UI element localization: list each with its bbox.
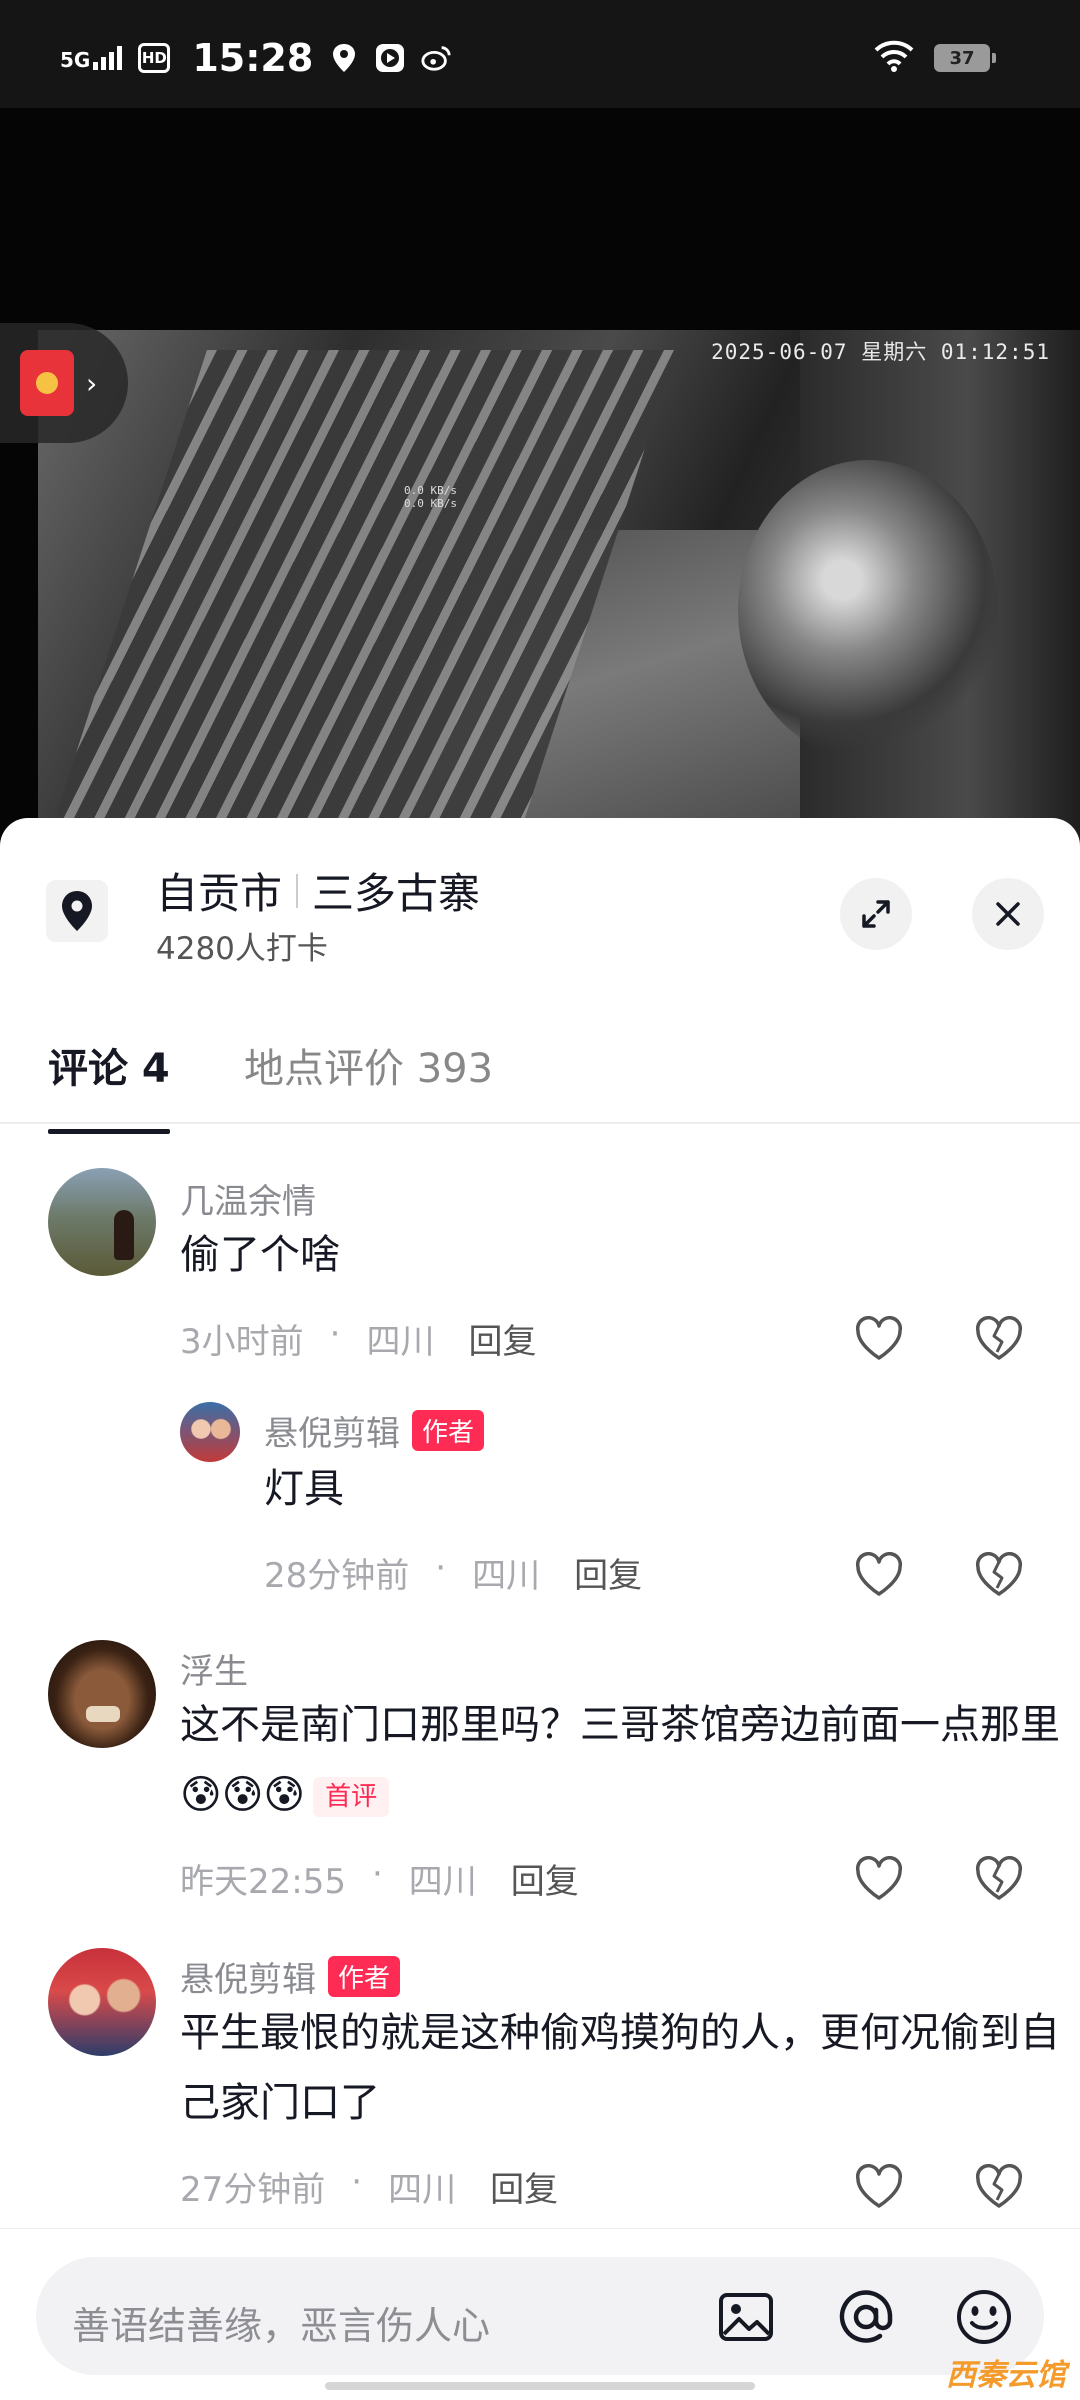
expand-icon xyxy=(862,900,890,928)
comment-time: 3小时前 xyxy=(180,1322,304,1362)
comment-input[interactable]: 善语结善缘，恶言伤人心 xyxy=(36,2257,1044,2375)
comment-region: 四川 xyxy=(408,1862,477,1902)
battery-icon: 37 xyxy=(934,44,996,72)
comment-meta: 3小时前 · 四川 回复 xyxy=(180,1314,537,1363)
comment-region: 四川 xyxy=(472,1556,541,1596)
home-indicator[interactable] xyxy=(325,2382,755,2390)
close-icon xyxy=(996,902,1020,926)
red-packet-widget[interactable]: › xyxy=(0,323,128,443)
video-timestamp: 2025-06-07 星期六 01:12:51 xyxy=(711,340,1050,364)
mention-button[interactable] xyxy=(836,2287,896,2347)
comment-author[interactable]: 悬倪剪辑 作者 xyxy=(180,1952,401,2001)
reply-button[interactable]: 回复 xyxy=(574,1548,642,1597)
like-button[interactable] xyxy=(852,1548,906,1602)
location-pin-icon xyxy=(46,880,108,942)
comment-panel: 自贡市 三多古寨 4280人打卡 评论 4 地点评价 393 几温余情 偷了个啥… xyxy=(0,818,1080,2400)
broken-heart-icon xyxy=(975,1552,1023,1596)
comment-time: 27分钟前 xyxy=(180,2170,326,2210)
comment-region: 四川 xyxy=(388,2170,457,2210)
comment-text: 平生最恨的就是这种偷鸡摸狗的人，更何况偷到自己家门口了 xyxy=(180,2010,1060,2126)
chevron-right-icon: › xyxy=(86,366,98,400)
author-badge: 作者 xyxy=(412,1410,485,1451)
location-status-icon xyxy=(329,43,359,73)
emoji-button[interactable] xyxy=(954,2287,1014,2347)
location-place: 三多古寨 xyxy=(312,869,481,918)
red-envelope-icon xyxy=(20,350,74,416)
comment-meta: 28分钟前 · 四川 回复 xyxy=(264,1548,643,1597)
like-button[interactable] xyxy=(852,1312,906,1366)
avatar[interactable] xyxy=(48,1640,156,1748)
title-divider xyxy=(296,873,299,908)
image-icon xyxy=(719,2293,773,2341)
first-comment-badge: 首评 xyxy=(313,1777,390,1817)
like-button[interactable] xyxy=(852,2160,906,2214)
comment-time: 昨天22:55 xyxy=(180,1862,346,1902)
heart-icon xyxy=(855,1856,903,1900)
comment-text: 灯具 xyxy=(264,1466,344,1512)
dislike-button[interactable] xyxy=(972,1548,1026,1602)
smiley-icon xyxy=(957,2290,1011,2344)
tab-place-reviews[interactable]: 地点评价 393 xyxy=(244,1036,493,1094)
avatar[interactable] xyxy=(48,1948,156,2056)
comment-author[interactable]: 几温余情 xyxy=(180,1174,316,1223)
comment-input-bar: 善语结善缘，恶言伤人心 西秦云馆 xyxy=(0,2228,1080,2400)
heart-icon xyxy=(855,1552,903,1596)
broken-heart-icon xyxy=(975,1856,1023,1900)
emoji: 😰😰😰 xyxy=(180,1772,306,1818)
dislike-button[interactable] xyxy=(972,2160,1026,2214)
comment-text: 偷了个啥 xyxy=(180,1232,340,1278)
location-city: 自贡市 xyxy=(156,869,283,918)
comment-author[interactable]: 悬倪剪辑 作者 xyxy=(264,1406,485,1455)
at-icon xyxy=(839,2290,893,2343)
weibo-icon xyxy=(421,43,451,73)
tab-bar: 评论 4 地点评价 393 xyxy=(0,1030,1080,1134)
comment-time: 28分钟前 xyxy=(264,1556,410,1596)
comment-text: 这不是南门口那里吗？三哥茶馆旁边前面一点那里😰😰😰 首评 xyxy=(180,1702,1060,1818)
avatar[interactable] xyxy=(48,1168,156,1276)
checkin-count: 4280人打卡 xyxy=(156,931,328,967)
comment-meta: 昨天22:55 · 四川 回复 xyxy=(180,1854,579,1903)
reply-button[interactable]: 回复 xyxy=(511,1854,579,1903)
video-player[interactable]: 2025-06-07 星期六 01:12:51 0.0 KB/s 0.0 KB/… xyxy=(0,108,1080,848)
image-button[interactable] xyxy=(716,2287,776,2347)
reply-button[interactable]: 回复 xyxy=(490,2162,558,2211)
expand-button[interactable] xyxy=(840,878,912,950)
heart-icon xyxy=(855,2164,903,2208)
author-badge: 作者 xyxy=(328,1956,401,1997)
clock: 15:28 xyxy=(192,36,314,80)
input-placeholder: 善语结善缘，恶言伤人心 xyxy=(72,2304,491,2348)
heart-icon xyxy=(855,1316,903,1360)
close-button[interactable] xyxy=(972,878,1044,950)
network-type: 5G xyxy=(60,48,91,72)
reply-button[interactable]: 回复 xyxy=(468,1314,536,1363)
comment-meta: 27分钟前 · 四川 回复 xyxy=(180,2162,559,2211)
status-bar: 5G HD 15:28 37 xyxy=(0,0,1080,108)
dislike-button[interactable] xyxy=(972,1312,1026,1366)
video-speed-readout: 0.0 KB/s 0.0 KB/s xyxy=(404,484,457,510)
broken-heart-icon xyxy=(975,2164,1023,2208)
location-title[interactable]: 自贡市 三多古寨 xyxy=(156,860,480,921)
broken-heart-icon xyxy=(975,1316,1023,1360)
video-app-icon xyxy=(375,43,405,73)
cctv-footage xyxy=(38,330,1080,848)
signal-icon xyxy=(93,46,123,70)
like-button[interactable] xyxy=(852,1852,906,1906)
comment-region: 四川 xyxy=(366,1322,435,1362)
dislike-button[interactable] xyxy=(972,1852,1026,1906)
tab-comments[interactable]: 评论 4 xyxy=(48,1036,170,1134)
wifi-icon xyxy=(874,40,914,76)
comment-author[interactable]: 浮生 xyxy=(180,1644,248,1693)
hd-icon: HD xyxy=(138,43,171,73)
watermark: 西秦云馆 xyxy=(946,2358,1066,2393)
avatar[interactable] xyxy=(180,1402,240,1462)
